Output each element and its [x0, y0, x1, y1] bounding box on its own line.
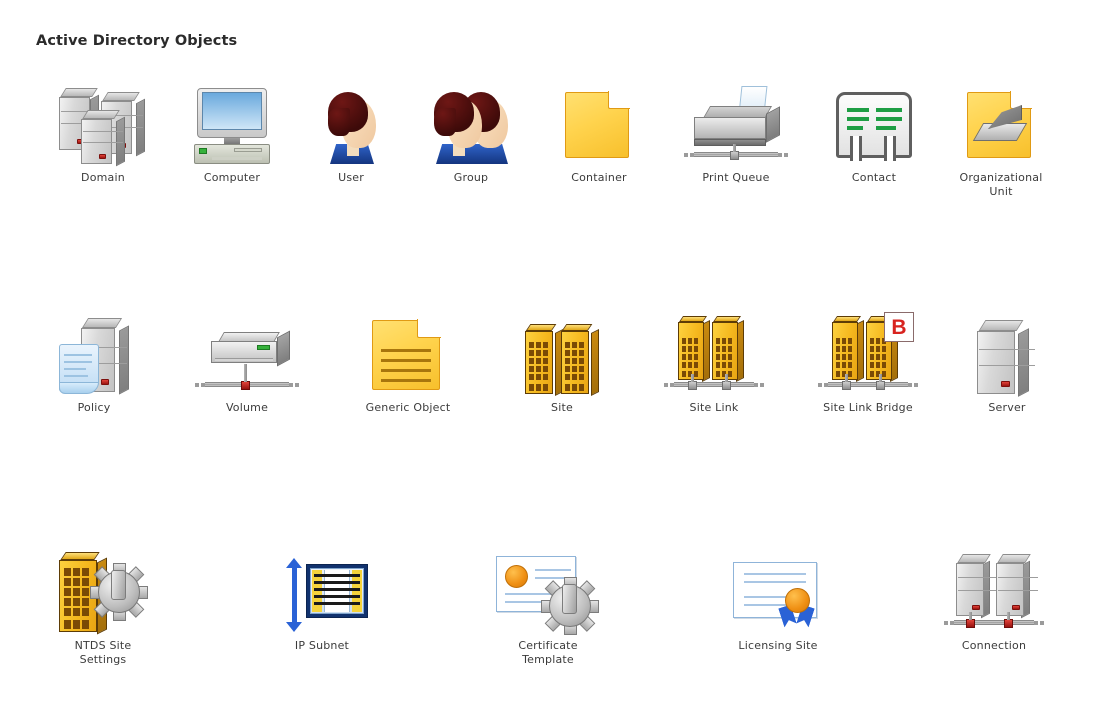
icon-cell-domain[interactable]: Domain	[28, 80, 178, 185]
icon-label: Site	[551, 401, 573, 414]
icon-cell-volume[interactable]: Volume	[172, 310, 322, 415]
icon-label: NTDS Site Settings	[74, 639, 132, 666]
organizational-unit-icon	[926, 80, 1076, 164]
icon-cell-connection[interactable]: Connection	[919, 548, 1069, 653]
icon-cell-server[interactable]: Server	[932, 310, 1082, 415]
site-icon	[487, 310, 637, 396]
icon-label: Connection	[961, 639, 1027, 652]
site-link-icon	[639, 310, 789, 394]
generic-object-icon	[333, 310, 483, 394]
icon-label: Domain	[81, 171, 125, 184]
ntds-site-settings-icon	[28, 548, 178, 635]
policy-icon	[19, 310, 169, 395]
bridge-badge-label: B	[891, 315, 907, 339]
print-queue-icon	[661, 80, 811, 164]
icon-cell-certificate-template[interactable]: Certificate Template	[473, 548, 623, 667]
icon-cell-ntds-site-settings[interactable]: NTDS Site Settings	[28, 548, 178, 667]
icon-cell-site-link[interactable]: Site Link	[639, 310, 789, 415]
bridge-badge: B	[884, 312, 914, 342]
diagram-canvas: Active Directory Objects Domain Computer…	[0, 0, 1120, 710]
domain-icon	[28, 80, 178, 167]
icon-cell-print-queue[interactable]: Print Queue	[661, 80, 811, 185]
icon-cell-ip-subnet[interactable]: IP Subnet	[247, 548, 397, 653]
icon-cell-policy[interactable]: Policy	[19, 310, 169, 415]
licensing-site-icon	[703, 548, 853, 632]
icon-label: Print Queue	[702, 171, 770, 184]
icon-label: Site Link	[689, 401, 739, 414]
icon-label: Policy	[77, 401, 111, 414]
container-icon	[524, 80, 674, 164]
icon-cell-organizational-unit[interactable]: Organizational Unit	[926, 80, 1076, 199]
ip-subnet-icon	[247, 548, 397, 632]
icon-label: Generic Object	[365, 401, 451, 414]
icon-cell-container[interactable]: Container	[524, 80, 674, 185]
icon-label: Certificate Template	[518, 639, 578, 666]
icon-cell-site-link-bridge[interactable]: B Site Link Bridge	[793, 310, 943, 415]
icon-label: Licensing Site	[738, 639, 818, 652]
page-title: Active Directory Objects	[36, 33, 238, 49]
icon-cell-licensing-site[interactable]: Licensing Site	[703, 548, 853, 653]
icon-label: Site Link Bridge	[823, 401, 913, 414]
icon-label: Organizational Unit	[959, 171, 1043, 198]
icon-label: Container	[571, 171, 627, 184]
icon-label: Volume	[225, 401, 269, 414]
icon-label: IP Subnet	[294, 639, 350, 652]
server-icon	[932, 310, 1082, 397]
site-link-bridge-icon: B	[793, 310, 943, 394]
volume-icon	[172, 310, 322, 394]
icon-label: Server	[988, 401, 1026, 414]
connection-icon	[919, 548, 1069, 632]
certificate-template-icon	[473, 548, 623, 635]
icon-cell-site[interactable]: Site	[487, 310, 637, 415]
icon-cell-generic-object[interactable]: Generic Object	[333, 310, 483, 415]
